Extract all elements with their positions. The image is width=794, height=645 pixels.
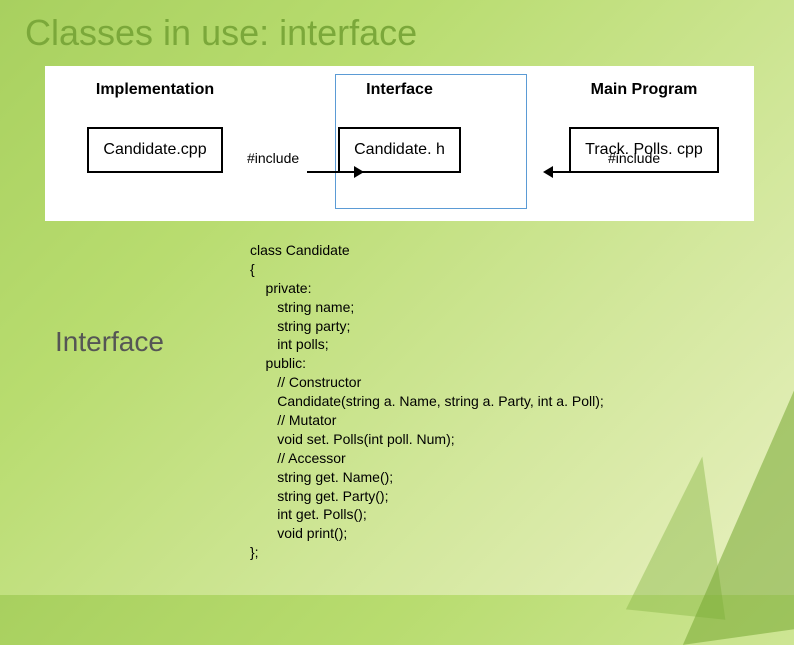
arrow-line-icon: [307, 171, 362, 173]
diagram-col-interface: Interface Candidate. h: [310, 81, 490, 173]
col-label: Interface: [366, 81, 433, 99]
arrow-label: #include: [247, 150, 299, 166]
section-label: Interface: [0, 241, 250, 562]
diagram: Implementation Candidate.cpp Interface C…: [45, 66, 754, 221]
diagram-col-implementation: Implementation Candidate.cpp: [65, 81, 245, 173]
code-block: class Candidate { private: string name; …: [250, 241, 604, 562]
col-label: Main Program: [591, 81, 698, 99]
arrow-label: #include: [608, 150, 660, 166]
slide-title: Classes in use: interface: [0, 0, 794, 66]
box-candidate-cpp: Candidate.cpp: [87, 127, 222, 173]
arrow-line-icon: [545, 171, 600, 173]
include-arrow-left: #include: [245, 164, 362, 180]
col-label: Implementation: [96, 81, 214, 99]
include-arrow-right: #include: [545, 164, 662, 180]
